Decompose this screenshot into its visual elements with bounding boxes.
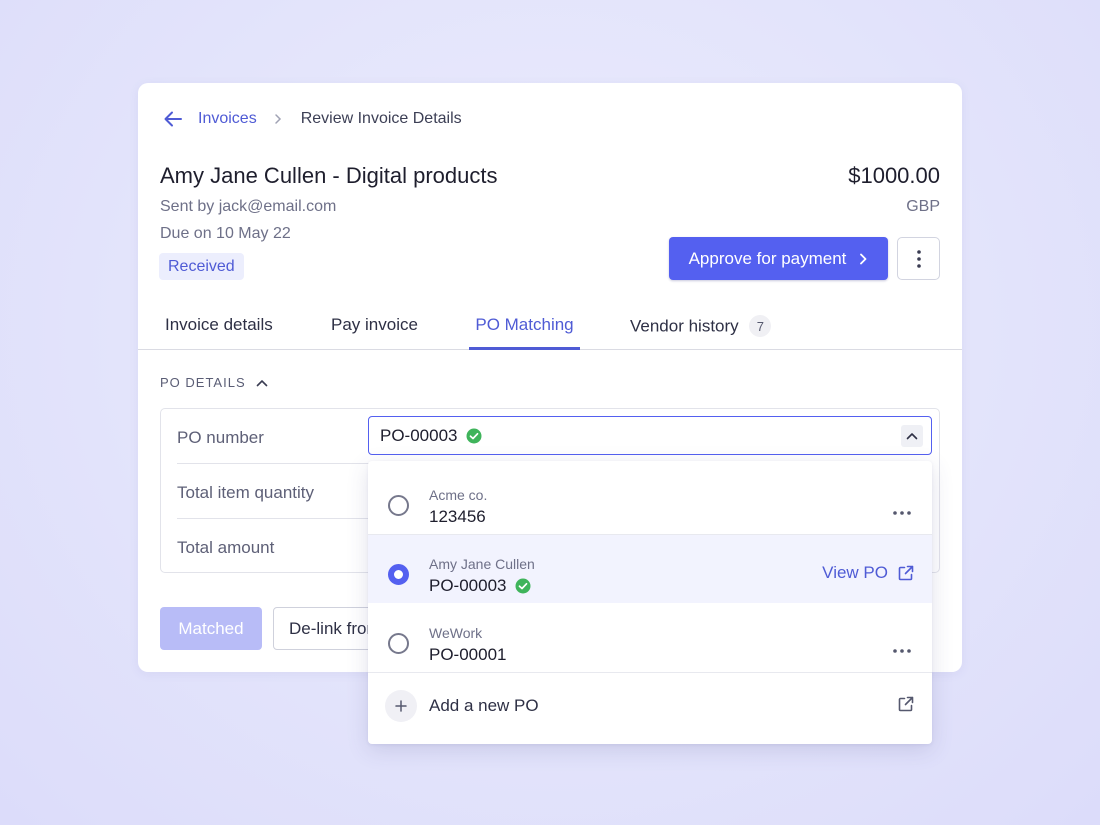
external-link-icon[interactable] <box>898 696 914 717</box>
option-vendor-name: Acme co. <box>429 487 488 503</box>
chevron-right-icon <box>860 253 867 264</box>
total-item-quantity-label: Total item quantity <box>177 483 315 502</box>
breadcrumb: Invoices Review Invoice Details <box>162 107 462 131</box>
option-po-number: PO-00001 <box>429 645 507 664</box>
invoice-amount: $1000.00 <box>848 163 940 188</box>
approve-button-label: Approve for payment <box>688 248 847 268</box>
horizontal-dots-icon[interactable] <box>892 503 912 521</box>
option-po-number-row: PO-00003 <box>429 576 531 596</box>
tab-vendor-history-label: Vendor history <box>630 316 739 336</box>
invoice-title: Amy Jane Cullen - Digital products <box>160 163 498 188</box>
po-details-toggle[interactable]: PO DETAILS <box>160 375 268 390</box>
view-po-label: View PO <box>822 563 888 582</box>
back-arrow-icon[interactable] <box>162 108 184 130</box>
invoice-due-date: Due on 10 May 22 <box>160 225 291 242</box>
option-vendor-name: WeWork <box>429 625 483 641</box>
total-amount-label: Total amount <box>177 538 275 557</box>
po-option-wework[interactable]: WeWork PO-00001 <box>368 604 932 672</box>
option-vendor-name: Amy Jane Cullen <box>429 556 535 572</box>
vendor-history-count-badge: 7 <box>749 315 772 337</box>
external-link-icon <box>898 565 914 581</box>
tab-invoice-details[interactable]: Invoice details <box>165 315 273 350</box>
selected-po-value: PO-00003 <box>380 425 458 445</box>
breadcrumb-invoices-link[interactable]: Invoices <box>198 110 257 128</box>
tab-bar: Invoice details Pay invoice PO Matching … <box>138 305 962 350</box>
horizontal-dots-icon[interactable] <box>892 641 912 659</box>
view-po-link[interactable]: View PO <box>822 563 914 583</box>
verified-check-icon <box>466 428 482 444</box>
verified-check-icon <box>515 578 531 594</box>
po-number-label: PO number <box>177 428 264 447</box>
status-badge: Received <box>159 253 244 280</box>
add-new-po-label[interactable]: Add a new PO <box>429 696 539 716</box>
radio-button[interactable] <box>388 495 409 516</box>
invoice-sender: Sent by jack@email.com <box>160 198 337 215</box>
matched-button[interactable]: Matched <box>160 607 262 650</box>
option-po-number: 123456 <box>429 507 486 526</box>
row-divider <box>177 463 373 464</box>
vertical-dots-icon <box>916 249 921 268</box>
po-details-heading: PO DETAILS <box>160 375 246 390</box>
breadcrumb-current: Review Invoice Details <box>300 110 462 127</box>
tab-po-matching[interactable]: PO Matching <box>469 315 580 350</box>
po-option-acme[interactable]: Acme co. 123456 <box>368 466 932 534</box>
chevron-up-icon <box>256 379 267 386</box>
approve-for-payment-button[interactable]: Approve for payment <box>669 237 888 280</box>
po-option-amy-jane-cullen[interactable]: Amy Jane Cullen PO-00003 View PO <box>368 535 932 603</box>
po-number-select[interactable]: PO-00003 <box>368 416 932 455</box>
radio-button-selected[interactable] <box>388 564 409 585</box>
option-po-number: PO-00003 <box>429 576 507 595</box>
delink-button[interactable]: De-link from <box>273 607 383 650</box>
row-divider <box>177 518 373 519</box>
chevron-right-icon <box>273 113 283 125</box>
more-options-button[interactable] <box>897 237 940 280</box>
radio-button[interactable] <box>388 633 409 654</box>
tab-pay-invoice[interactable]: Pay invoice <box>331 315 418 350</box>
plus-icon[interactable] <box>385 690 417 722</box>
tab-vendor-history[interactable]: Vendor history 7 <box>630 315 772 350</box>
chevron-up-icon <box>901 425 923 447</box>
invoice-currency: GBP <box>906 198 940 215</box>
po-dropdown-menu: Acme co. 123456 Amy Jane Cullen PO-00003… <box>368 461 932 744</box>
